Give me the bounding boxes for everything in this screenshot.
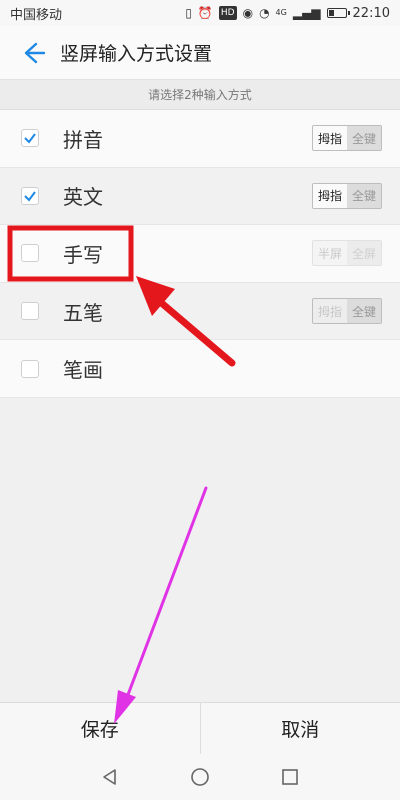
action-bar: 保存 取消 — [0, 702, 400, 754]
battery-level — [328, 10, 334, 16]
method-row-stroke[interactable]: 笔画 — [0, 340, 400, 398]
method-label-english: 英文 — [63, 185, 103, 210]
instruction-text: 请选择2种输入方式 — [0, 80, 400, 110]
app-header: 竖屏输入方式设置 — [0, 26, 400, 80]
method-label-stroke: 笔画 — [63, 358, 103, 383]
nav-home-icon[interactable] — [190, 767, 210, 787]
handwriting-half-option: 半屏 — [313, 241, 347, 266]
magenta-arrow-shaft — [124, 486, 208, 702]
alarm-icon: ⏰ — [197, 6, 213, 20]
stroke-checkbox[interactable] — [21, 359, 39, 378]
nav-back-icon[interactable] — [100, 767, 120, 787]
wubi-layout-toggle: 拇指 全键 — [312, 298, 382, 325]
handwriting-full-option: 全屏 — [347, 241, 381, 266]
network-label: 4G — [275, 8, 287, 17]
signal-icon: ▂▄▆ — [292, 6, 321, 20]
input-method-list: 拼音 拇指 全键 英文 拇指 全键 手写 半屏 全屏 五笔 拇指 全键 笔画 — [0, 110, 400, 398]
battery-icon — [326, 8, 350, 18]
method-label-handwriting: 手写 — [63, 242, 103, 267]
page-title: 竖屏输入方式设置 — [60, 43, 213, 65]
check-icon — [24, 133, 36, 144]
vibrate-icon: ▯ — [185, 6, 192, 20]
method-row-wubi[interactable]: 五笔 拇指 全键 — [0, 282, 400, 341]
method-row-handwriting[interactable]: 手写 半屏 全屏 — [0, 225, 400, 283]
english-layout-toggle[interactable]: 拇指 全键 — [312, 182, 382, 209]
method-label-pinyin: 拼音 — [63, 127, 103, 152]
method-row-english[interactable]: 英文 拇指 全键 — [0, 167, 400, 226]
hd-badge: HD — [218, 6, 237, 20]
method-row-pinyin[interactable]: 拼音 拇指 全键 — [0, 110, 400, 168]
wifi-icon: ◔ — [259, 6, 270, 20]
system-nav-bar — [0, 754, 400, 800]
status-icons: ▯ ⏰ HD ◉ ◔ 4G ▂▄▆ 22:10 — [185, 6, 390, 21]
pinyin-full-option[interactable]: 全键 — [347, 126, 381, 151]
pinyin-thumb-option[interactable]: 拇指 — [313, 126, 347, 151]
method-label-wubi: 五笔 — [63, 300, 103, 325]
arrow-left-icon[interactable] — [18, 39, 46, 67]
check-icon — [24, 191, 36, 202]
pinyin-checkbox[interactable] — [21, 129, 39, 148]
handwriting-checkbox[interactable] — [21, 244, 39, 263]
handwriting-layout-toggle: 半屏 全屏 — [312, 240, 382, 267]
nav-recents-icon[interactable] — [280, 767, 300, 787]
wubi-checkbox[interactable] — [21, 302, 39, 321]
eye-icon: ◉ — [242, 6, 254, 20]
pinyin-layout-toggle[interactable]: 拇指 全键 — [312, 125, 382, 152]
wubi-full-option: 全键 — [347, 299, 381, 324]
save-button[interactable]: 保存 — [0, 703, 200, 754]
english-thumb-option[interactable]: 拇指 — [313, 183, 347, 208]
wubi-thumb-option: 拇指 — [313, 299, 347, 324]
cancel-button[interactable]: 取消 — [201, 703, 400, 754]
english-checkbox[interactable] — [21, 186, 39, 205]
carrier-label: 中国移动 — [10, 7, 63, 23]
english-full-option[interactable]: 全键 — [347, 183, 381, 208]
status-bar: 中国移动 ▯ ⏰ HD ◉ ◔ 4G ▂▄▆ 22:10 — [0, 0, 400, 26]
clock: 22:10 — [352, 5, 390, 21]
